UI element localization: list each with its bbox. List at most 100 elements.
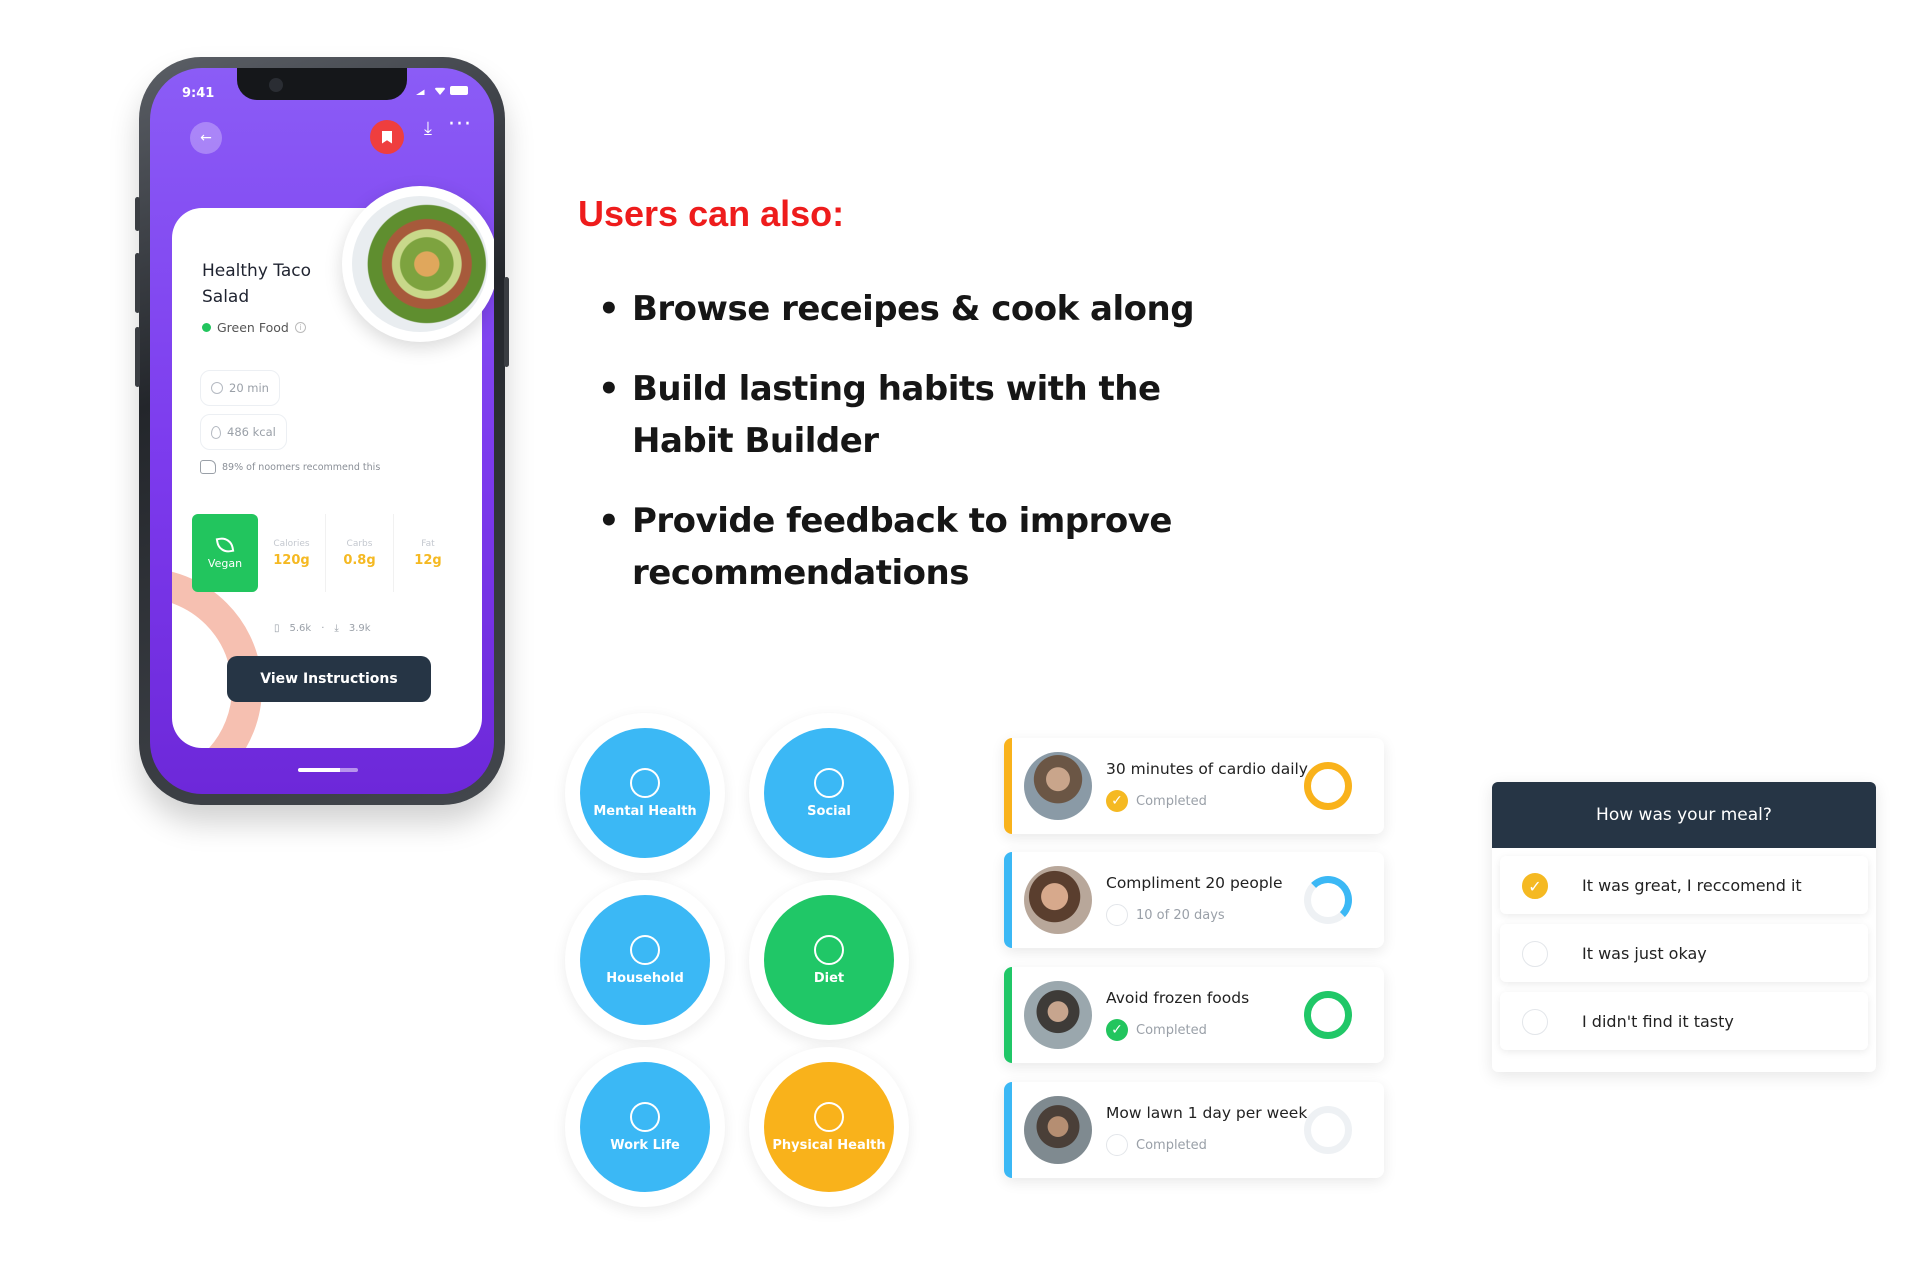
habit-card[interactable]: Compliment 20 people 10 of 20 days: [1004, 852, 1384, 948]
home-indicator[interactable]: [298, 768, 358, 772]
thumbs-up-icon: [200, 460, 216, 474]
phone-screen: 9:41 ← ⤓ ··· Healthy Taco Salad Green Fo…: [150, 68, 494, 794]
briefcase-icon: [630, 1101, 660, 1132]
habit-title: Mow lawn 1 day per week: [1106, 1104, 1308, 1122]
survey-option[interactable]: ✓ It was great, I reccomend it: [1500, 856, 1868, 914]
category-social[interactable]: Social: [749, 713, 909, 873]
category-label: Household: [606, 970, 684, 986]
survey-option[interactable]: It was just okay: [1500, 924, 1868, 982]
survey-option-label: It was great, I reccomend it: [1582, 875, 1802, 895]
page-heading: Users can also:: [578, 193, 845, 234]
bookmark-button[interactable]: [370, 120, 404, 154]
view-instructions-button[interactable]: View Instructions: [227, 656, 431, 702]
feature-item: Browse receipes & cook along: [598, 283, 1198, 335]
habit-accent-bar: [1004, 967, 1012, 1063]
macros-row: Vegan Calories 120g Carbs 0.8g Fat 12g: [192, 514, 462, 594]
dish-tag-label: Green Food: [217, 320, 289, 335]
habit-status-text: Completed: [1136, 793, 1207, 809]
muscle-icon: [814, 1101, 844, 1132]
category-mental-health[interactable]: Mental Health: [565, 713, 725, 873]
habit-status-text: Completed: [1136, 1137, 1207, 1153]
survey-option-label: It was just okay: [1582, 943, 1707, 963]
broccoli-icon: [814, 934, 844, 965]
check-empty-icon: [1106, 1134, 1128, 1156]
radio-empty-icon: [1522, 1009, 1548, 1035]
habit-status-text: Completed: [1136, 1022, 1207, 1038]
category-circle: Mental Health: [580, 728, 710, 858]
category-circle: Social: [764, 728, 894, 858]
download-small-icon: ⤓: [334, 623, 339, 634]
category-physical-health[interactable]: Physical Health: [749, 1047, 909, 1207]
category-label: Mental Health: [593, 803, 697, 819]
habit-status: 10 of 20 days: [1106, 904, 1225, 926]
category-work-life[interactable]: Work Life: [565, 1047, 725, 1207]
category-household[interactable]: Household: [565, 880, 725, 1040]
download-button[interactable]: ⤓: [416, 118, 440, 139]
habit-card[interactable]: Mow lawn 1 day per week Completed: [1004, 1082, 1384, 1178]
habit-title: 30 minutes of cardio daily: [1106, 760, 1308, 778]
check-icon: ✓: [1522, 873, 1548, 899]
phone-power-button: [504, 277, 509, 367]
survey-question: How was your meal?: [1492, 782, 1876, 848]
habit-status: ✓ Completed: [1106, 790, 1207, 812]
macro-label: Fat: [421, 538, 435, 549]
bookmark-icon: [382, 130, 392, 144]
habit-status: ✓ Completed: [1106, 1019, 1207, 1041]
back-button[interactable]: ←: [190, 122, 222, 154]
macro-label: Calories: [273, 538, 310, 549]
time-pill-label: 20 min: [229, 381, 269, 395]
avatar: [1024, 752, 1092, 820]
phone-side-button: [135, 197, 140, 231]
people-icon: [814, 767, 844, 798]
progress-ring: [1304, 1106, 1352, 1154]
dish-title: Healthy Taco Salad: [202, 261, 312, 307]
status-icons: [416, 86, 468, 95]
macro-carbs: Carbs 0.8g: [326, 514, 394, 592]
phone-mockup: 9:41 ← ⤓ ··· Healthy Taco Salad Green Fo…: [135, 57, 509, 805]
kcal-pill-label: 486 kcal: [227, 425, 276, 439]
download-icon: ⤓: [424, 118, 432, 139]
saves-count: 5.6k: [289, 623, 312, 634]
progress-ring: [1304, 876, 1352, 924]
habit-title: Compliment 20 people: [1106, 874, 1283, 892]
vegan-label: Vegan: [207, 556, 243, 570]
progress-ring: [1304, 762, 1352, 810]
phone-notch: [237, 68, 407, 100]
habit-card[interactable]: Avoid frozen foods ✓ Completed: [1004, 967, 1384, 1063]
plunger-icon: [630, 934, 660, 965]
habit-title: Avoid frozen foods: [1106, 989, 1250, 1007]
category-circle: Household: [580, 895, 710, 1025]
macro-value: 12g: [414, 552, 442, 568]
habit-card[interactable]: 30 minutes of cardio daily ✓ Completed: [1004, 738, 1384, 834]
category-circle: Work Life: [580, 1062, 710, 1192]
separator-dot: ·: [321, 623, 325, 634]
survey-option-label: I didn't find it tasty: [1582, 1011, 1734, 1031]
flame-icon: [211, 425, 221, 439]
dish-tag: Green Food i: [202, 320, 306, 335]
camera-icon: [269, 78, 283, 92]
downloads-count: 3.9k: [348, 623, 371, 634]
macro-value: 120g: [273, 552, 310, 568]
category-label: Physical Health: [772, 1137, 886, 1153]
time-pill: 20 min: [200, 370, 280, 406]
more-icon: ···: [448, 112, 472, 137]
status-time: 9:41: [182, 86, 215, 101]
habit-status: Completed: [1106, 1134, 1207, 1156]
category-label: Diet: [813, 970, 845, 986]
macro-value: 0.8g: [343, 552, 376, 568]
habit-accent-bar: [1004, 738, 1012, 834]
survey-option[interactable]: I didn't find it tasty: [1500, 992, 1868, 1050]
vegan-badge: Vegan: [192, 514, 258, 592]
info-icon[interactable]: i: [294, 322, 306, 333]
category-diet[interactable]: Diet: [749, 880, 909, 1040]
category-circle: Diet: [764, 895, 894, 1025]
bookmark-small-icon: ▯: [274, 623, 280, 634]
clock-icon: [211, 382, 223, 394]
phone-volume-down: [135, 327, 140, 387]
phone-volume-up: [135, 253, 140, 313]
signal-icon: [416, 86, 430, 95]
avatar: [1024, 866, 1092, 934]
meal-feedback-survey: How was your meal? ✓ It was great, I rec…: [1492, 782, 1876, 1072]
more-button[interactable]: ···: [448, 112, 472, 137]
feature-item: Build lasting habits with the Habit Buil…: [598, 363, 1198, 467]
